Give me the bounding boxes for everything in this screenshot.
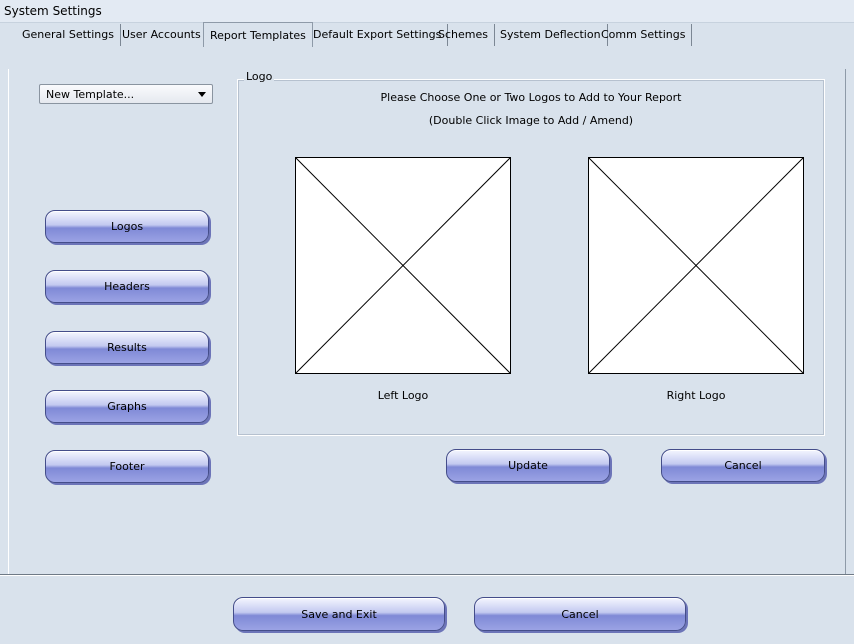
right-logo-image[interactable] — [588, 157, 804, 374]
logos-button[interactable]: Logos — [45, 210, 209, 243]
tab-comm-settings[interactable]: Comm Settings — [595, 24, 693, 46]
tab-user-accounts[interactable]: User Accounts — [116, 24, 208, 46]
results-button[interactable]: Results — [45, 331, 209, 364]
logo-group-label: Logo — [244, 70, 275, 83]
headers-button[interactable]: Headers — [45, 270, 209, 303]
tab-general-settings[interactable]: General Settings — [16, 24, 121, 46]
window-titlebar: System Settings — [0, 0, 854, 23]
tab-default-export-settings[interactable]: Default Export Settings — [307, 24, 449, 46]
left-logo-image[interactable] — [295, 157, 511, 374]
logo-hint: (Double Click Image to Add / Amend) — [428, 114, 634, 127]
tab-system-deflection[interactable]: System Deflection — [494, 24, 608, 46]
graphs-button[interactable]: Graphs — [45, 390, 209, 423]
template-select[interactable]: New Template... — [39, 84, 213, 104]
tab-report-templates[interactable]: Report Templates — [203, 22, 313, 47]
window-title: System Settings — [4, 4, 102, 18]
right-logo-caption: Right Logo — [666, 389, 726, 402]
cancel-button[interactable]: Cancel — [474, 597, 686, 631]
footer-divider — [0, 574, 854, 576]
tab-schemes[interactable]: Schemes — [432, 24, 495, 46]
placeholder-image-icon — [589, 158, 803, 373]
template-select-value: New Template... — [46, 88, 135, 101]
logo-cancel-button[interactable]: Cancel — [661, 449, 825, 482]
placeholder-image-icon — [296, 158, 510, 373]
update-button[interactable]: Update — [446, 449, 610, 482]
save-and-exit-button[interactable]: Save and Exit — [233, 597, 445, 631]
dropdown-caret-icon — [198, 92, 206, 97]
logo-instruction: Please Choose One or Two Logos to Add to… — [380, 91, 682, 104]
footer-button[interactable]: Footer — [45, 450, 209, 483]
left-logo-caption: Left Logo — [377, 389, 429, 402]
